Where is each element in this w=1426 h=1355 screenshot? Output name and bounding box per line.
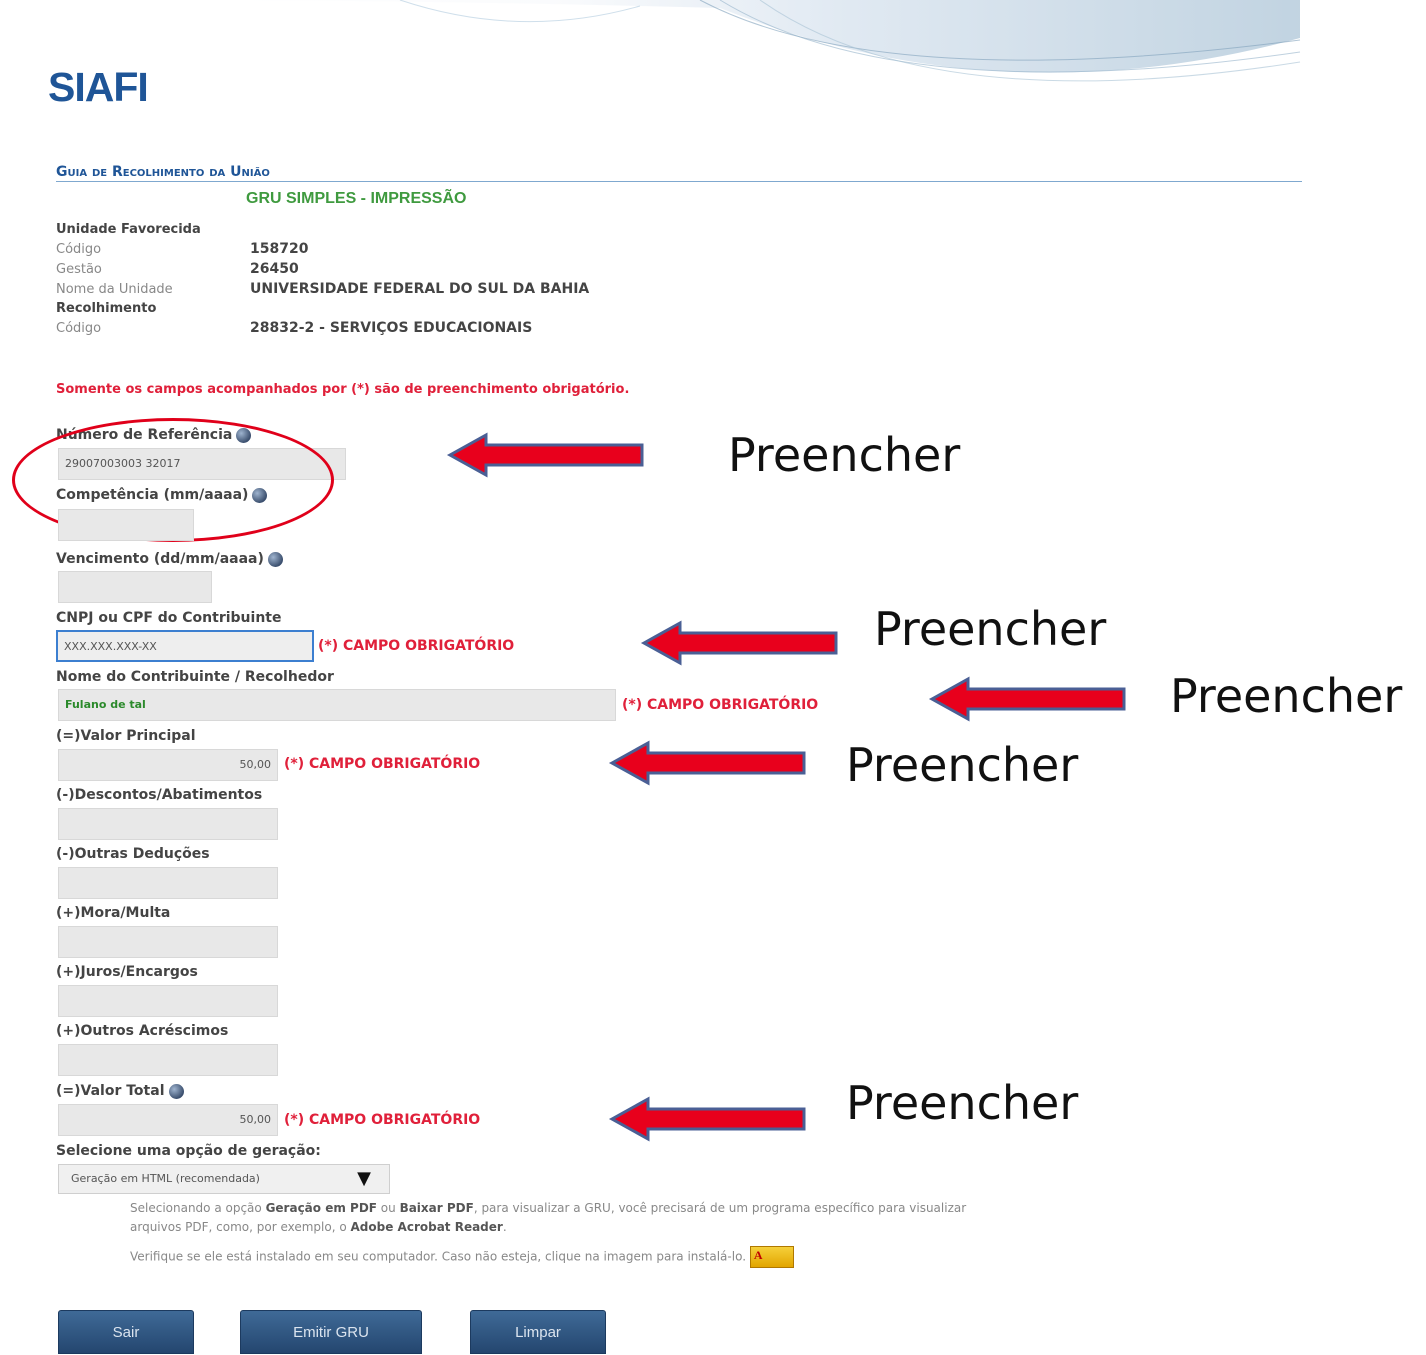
mora-label: (+)Mora/Multa (56, 905, 171, 921)
nome-label: Nome do Contribuinte / Recolhedor (56, 669, 334, 685)
info-icon[interactable] (252, 487, 268, 503)
acrobat-reader-icon[interactable]: A (749, 1246, 794, 1268)
competencia-input[interactable] (58, 509, 194, 541)
valor-total-label: (=)Valor Total (56, 1083, 184, 1099)
annotation-preencher: Preencher (728, 428, 961, 482)
required-note: Somente os campos acompanhados por (*) s… (56, 382, 630, 397)
page-subtitle: GRU SIMPLES - IMPRESSÃO (246, 190, 467, 207)
valor-principal-label: (=)Valor Principal (56, 728, 196, 744)
unidade-nome-label: Nome da Unidade (56, 282, 173, 297)
unidade-nome-value: UNIVERSIDADE FEDERAL DO SUL DA BAHIA (250, 281, 590, 297)
page-title: Guia de Recolhimento da União (56, 164, 270, 180)
outros-acrescimos-input[interactable] (58, 1044, 278, 1076)
left-arrow-icon (446, 432, 644, 478)
recolhimento-codigo-value: 28832-2 - SERVIÇOS EDUCACIONAIS (250, 320, 533, 336)
left-arrow-icon (928, 676, 1126, 722)
mora-input[interactable] (58, 926, 278, 958)
required-label: (*) CAMPO OBRIGATÓRIO (318, 638, 515, 654)
geracao-selected-value: Geração em HTML (recomendada) (71, 1172, 260, 1185)
left-arrow-icon (608, 740, 806, 786)
help-line-1: Selecionando a opção Geração em PDF ou B… (130, 1201, 967, 1215)
outras-deducoes-input[interactable] (58, 867, 278, 899)
juros-label: (+)Juros/Encargos (56, 964, 198, 980)
unidade-codigo-label: Código (56, 242, 102, 257)
nome-input[interactable]: Fulano de tal (58, 689, 616, 721)
unidade-heading: Unidade Favorecida (56, 222, 201, 237)
limpar-button[interactable]: Limpar (470, 1310, 606, 1354)
outros-acrescimos-label: (+)Outros Acréscimos (56, 1023, 229, 1039)
vencimento-label: Vencimento (dd/mm/aaaa) (56, 551, 283, 567)
vencimento-input[interactable] (58, 571, 212, 603)
info-icon[interactable] (267, 551, 283, 567)
siafi-logo: SIAFI (48, 64, 149, 110)
juros-input[interactable] (58, 985, 278, 1017)
left-arrow-icon (608, 1096, 806, 1142)
outras-deducoes-label: (-)Outras Deduções (56, 846, 210, 862)
cnpj-input[interactable]: XXX.XXX.XXX-XX (56, 630, 314, 662)
info-icon[interactable] (168, 1083, 184, 1099)
required-label: (*) CAMPO OBRIGATÓRIO (622, 697, 819, 713)
required-label: (*) CAMPO OBRIGATÓRIO (284, 756, 481, 772)
annotation-preencher: Preencher (874, 602, 1107, 656)
unidade-gestao-label: Gestão (56, 262, 102, 277)
help-line-2: arquivos PDF, como, por exemplo, o Adobe… (130, 1220, 507, 1234)
descontos-label: (-)Descontos/Abatimentos (56, 787, 263, 803)
valor-principal-input[interactable]: 50,00 (58, 749, 278, 781)
title-divider (56, 181, 1302, 182)
unidade-codigo-value: 158720 (250, 241, 309, 257)
recolhimento-codigo-label: Código (56, 321, 102, 336)
help-line-3: Verifique se ele está instalado em seu c… (130, 1246, 794, 1268)
sair-button[interactable]: Sair (58, 1310, 194, 1354)
competencia-label: Competência (mm/aaaa) (56, 487, 268, 503)
descontos-input[interactable] (58, 808, 278, 840)
annotation-preencher: Preencher (846, 738, 1079, 792)
dropdown-caret-icon: ▼ (357, 1168, 371, 1189)
annotation-preencher: Preencher (1170, 669, 1403, 723)
left-arrow-icon (640, 620, 838, 666)
geracao-label: Selecione uma opção de geração: (56, 1143, 321, 1159)
cnpj-label: CNPJ ou CPF do Contribuinte (56, 610, 282, 626)
geracao-select[interactable]: Geração em HTML (recomendada) ▼ (58, 1164, 390, 1194)
recolhimento-heading: Recolhimento (56, 301, 157, 316)
required-label: (*) CAMPO OBRIGATÓRIO (284, 1112, 481, 1128)
header-banner (150, 0, 1301, 82)
annotation-preencher: Preencher (846, 1076, 1079, 1130)
unidade-gestao-value: 26450 (250, 261, 299, 277)
emitir-gru-button[interactable]: Emitir GRU (240, 1310, 422, 1354)
valor-total-input[interactable]: 50,00 (58, 1104, 278, 1136)
